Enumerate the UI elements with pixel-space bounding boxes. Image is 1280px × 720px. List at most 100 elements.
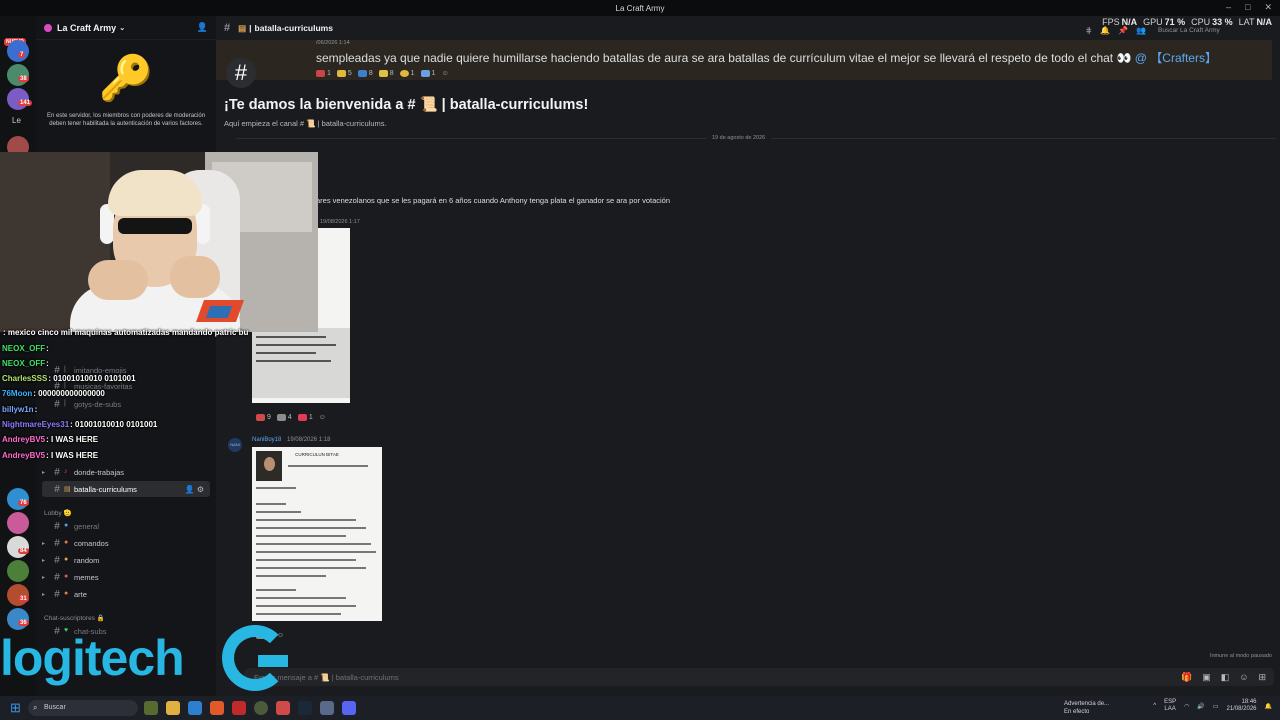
emoji-icon[interactable]: ☺	[1239, 672, 1248, 683]
brave-icon[interactable]	[210, 701, 224, 715]
channel-gotys-de-subs[interactable]: # | gotys-de-subs	[42, 396, 210, 412]
tray-alert[interactable]: Advertencia de... En efecto	[1064, 700, 1109, 716]
channel-settings-icons[interactable]: 👤 ⚙	[185, 485, 204, 494]
hash-icon: #	[54, 554, 60, 566]
channel-batalla-curriculums[interactable]: # ▤ batalla-curriculums 👤 ⚙	[42, 481, 210, 497]
message-input[interactable]: Enviar mensaje a # 📜 | batalla-curriculu…	[244, 668, 1274, 686]
avatar[interactable]: NANI	[228, 438, 242, 452]
add-reaction-icon[interactable]: ☺	[319, 414, 326, 421]
server-icon[interactable]	[7, 40, 29, 62]
sticker-icon[interactable]: ◧	[1221, 672, 1230, 683]
reaction[interactable]: 1	[316, 70, 331, 77]
minimize-button[interactable]: –	[1226, 2, 1231, 13]
reaction-bar: 9 4 1 ☺	[256, 414, 326, 421]
taskbar-search[interactable]: ⌕ Buscar	[28, 700, 138, 716]
gif-icon[interactable]: ▣	[1202, 672, 1211, 683]
chevron-up-icon[interactable]: ^	[1153, 703, 1156, 709]
reaction-count: 1	[410, 70, 415, 77]
security-notice-text: En este servidor, los miembros con poder…	[46, 113, 206, 127]
scroll-icon: ▤	[238, 22, 247, 33]
channel-title: batalla-curriculums	[254, 23, 333, 33]
notification-bell-icon[interactable]: 🔔	[1265, 703, 1272, 710]
message-author[interactable]: NaniBoy18	[252, 437, 281, 443]
channel-comandos[interactable]: ▸ # ● comandos	[42, 535, 210, 551]
channel-label: arte	[74, 589, 87, 599]
taskbar-app-icon[interactable]	[144, 701, 158, 715]
channel-general[interactable]: # ● general	[42, 518, 210, 534]
server-icon[interactable]	[7, 88, 29, 110]
server-icon[interactable]	[7, 536, 29, 558]
channel-random[interactable]: ▸ # ● random	[42, 552, 210, 568]
reaction-count: 1	[308, 414, 313, 421]
message-header: NaniBoy18 19/08/2026 1:18	[252, 437, 330, 443]
unread-badge: 38	[18, 76, 29, 82]
reaction-count: 1	[327, 70, 331, 77]
discord-icon[interactable]	[342, 701, 356, 715]
reaction[interactable]: 8	[378, 70, 394, 77]
reaction[interactable]: 8	[357, 70, 373, 77]
reaction[interactable]: 4	[276, 414, 292, 421]
category-lobby[interactable]: Lobby 🫡	[44, 509, 72, 517]
reaction-emoji-icon	[316, 70, 325, 77]
cv-text-line	[256, 589, 296, 591]
main-chat: # ▤ | batalla-curriculums FPS N/A GPU 71 %…	[216, 16, 1280, 696]
reaction[interactable]: 1	[297, 414, 313, 421]
pin-icon[interactable]: 📌	[1118, 26, 1128, 35]
category-chat-suscriptores[interactable]: Chat-suscriptores 🔒	[44, 614, 105, 622]
clock-date: 21/08/2026	[1226, 706, 1257, 712]
channel-donde-trabajas[interactable]: ▸ # ♪ donde-trabajas	[42, 464, 210, 480]
taskbar-app-icon[interactable]	[254, 701, 268, 715]
channel-hash-icon: #	[226, 58, 256, 88]
maximize-button[interactable]: □	[1245, 2, 1250, 13]
server-header[interactable]: La Craft Army ⌄ 👤	[36, 16, 216, 40]
server-icon[interactable]	[7, 584, 29, 606]
server-abbr[interactable]: Le	[12, 116, 21, 125]
server-icon[interactable]	[7, 64, 29, 86]
steam-icon[interactable]	[298, 701, 312, 715]
add-user-icon[interactable]: 👤	[197, 22, 208, 33]
volume-icon[interactable]: 🔊	[1197, 703, 1204, 710]
channel-sidebar: La Craft Army ⌄ 👤 🔑 En este servidor, lo…	[36, 16, 216, 696]
folder-icon[interactable]	[166, 701, 180, 715]
reaction-emoji-icon	[256, 414, 265, 421]
reaction-count: 5	[347, 70, 352, 77]
server-icon[interactable]	[7, 608, 29, 630]
search-input[interactable]: Buscar La Craft Army	[1154, 24, 1264, 36]
unread-badge: 31	[18, 596, 29, 602]
stream-chat-line: NEOX_OFF:	[2, 359, 49, 368]
chevron-right-icon: ▸	[42, 469, 46, 476]
language-indicator[interactable]: ESP LAA	[1164, 699, 1176, 713]
add-reaction-icon[interactable]: ☺	[441, 70, 448, 77]
message-highlighted[interactable]: /06/2026 1:14 sempleadas ya que nadie qu…	[216, 40, 1272, 80]
channel-memes[interactable]: ▸ # ● memes	[42, 569, 210, 585]
apps-icon[interactable]: ⊞	[1258, 672, 1266, 683]
role-mention[interactable]: @ 【Crafters】	[1135, 51, 1217, 65]
reaction[interactable]: 9	[256, 414, 271, 421]
cv-image-attachment[interactable]: CURRICULUN BITAE	[252, 447, 382, 621]
members-icon[interactable]: 👥	[1136, 26, 1146, 35]
server-name: La Craft Army	[57, 22, 117, 33]
taskbar-app-icon[interactable]	[188, 701, 202, 715]
reaction[interactable]: 1	[399, 70, 415, 77]
server-icon[interactable]	[7, 560, 29, 582]
taskbar-app-icon[interactable]	[232, 701, 246, 715]
threads-icon[interactable]: ⋕	[1085, 26, 1092, 35]
message-text: ares venezolanos que se les pagará en 6 …	[316, 196, 671, 205]
wifi-icon[interactable]: ◠	[1184, 703, 1189, 710]
chevron-right-icon: ▸	[42, 540, 46, 547]
taskbar-app-icon[interactable]	[276, 701, 290, 715]
reaction[interactable]: 1	[420, 70, 435, 77]
server-icon[interactable]	[7, 512, 29, 534]
settings-icon[interactable]	[320, 701, 334, 715]
gift-icon[interactable]: 🎁	[1181, 672, 1192, 683]
reaction[interactable]: 5	[336, 70, 352, 77]
battery-icon[interactable]: ▭	[1213, 703, 1219, 710]
reaction-bar: 1 5 8 8 1 1 ☺	[316, 70, 1272, 77]
channel-arte[interactable]: ▸ # ● arte	[42, 586, 210, 602]
stream-chat-line: : mexico cinco mil maquinas automatizada…	[2, 328, 248, 337]
windows-start-icon[interactable]: ⊞	[10, 700, 21, 716]
close-button[interactable]: ✕	[1264, 2, 1272, 13]
clock[interactable]: 18:46 21/08/2026	[1226, 699, 1256, 713]
notifications-icon[interactable]: 🔔	[1100, 26, 1110, 35]
server-icon[interactable]	[7, 488, 29, 510]
